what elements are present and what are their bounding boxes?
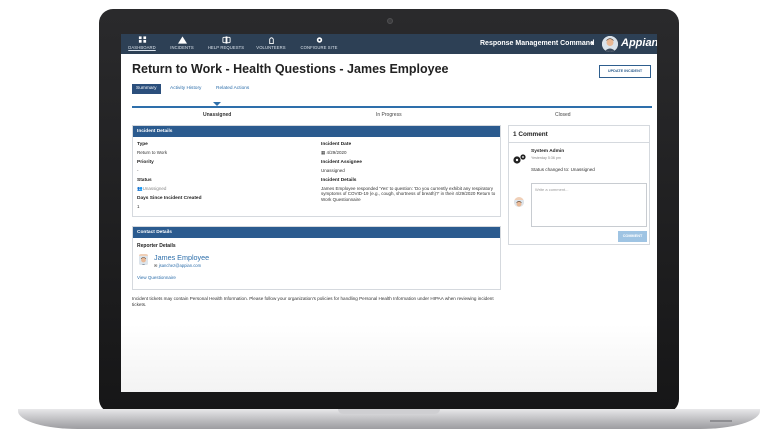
status-progress-line	[132, 106, 652, 108]
assignee-value: Unassigned	[321, 168, 345, 173]
contact-details-panel: Contact Details Reporter Details James E…	[132, 226, 501, 290]
reporter-label: Reporter Details	[137, 243, 176, 249]
comment-button[interactable]: COMMENT	[618, 231, 647, 242]
panel-heading: Incident Details	[133, 126, 500, 137]
volunteer-icon	[268, 37, 274, 44]
tab-activity-history[interactable]: Activity History	[170, 84, 201, 94]
comments-panel: 1 Comment System Admin Yesterday 5:36 pm…	[508, 125, 650, 245]
date-value: ▦ 4/29/2020	[321, 150, 347, 155]
gear-icon	[316, 37, 322, 43]
nav-volunteers[interactable]: VOLUNTEERS	[254, 36, 288, 54]
user-photo-icon	[139, 256, 148, 265]
avatar	[139, 254, 148, 265]
app-switcher[interactable]: Response Management Command	[480, 40, 594, 47]
phi-disclaimer: Incident tickets may contain Personal He…	[132, 296, 494, 307]
screen-fade	[121, 324, 657, 392]
avatar	[514, 197, 524, 207]
comment-text: Status changed to: Unassigned	[531, 167, 595, 172]
user-photo-icon	[602, 36, 618, 52]
reporter-email-text: jsanchez@appian.com	[158, 263, 202, 268]
date-label: Incident Date	[321, 142, 352, 147]
nav-incidents[interactable]: INCIDENTS	[167, 36, 197, 54]
tab-related-actions[interactable]: Related Actions	[216, 84, 249, 94]
camera	[387, 18, 393, 24]
days-value: 1	[137, 204, 140, 209]
update-incident-button[interactable]: UPDATE INCIDENT	[599, 65, 651, 78]
status-step-in-progress: In Progress	[376, 112, 402, 118]
days-label: Days Since Incident Created	[137, 196, 202, 201]
reporter-email[interactable]: ✉ jsanchez@appian.com	[154, 263, 201, 268]
nav-label: INCIDENTS	[170, 45, 194, 50]
user-photo-icon	[514, 200, 524, 207]
type-value: Return to Work	[137, 150, 168, 155]
gears-icon	[513, 154, 526, 164]
nav-label: DASHBOARD	[128, 45, 156, 50]
comment-placeholder: Write a comment...	[535, 187, 569, 192]
view-questionnaire-link[interactable]: View Questionnaire	[137, 275, 176, 280]
laptop-frame: DASHBOARD INCIDENTS HELP REQUESTS VOLUNT…	[0, 0, 778, 445]
tab-summary[interactable]: Summary	[132, 84, 161, 94]
app-screen: DASHBOARD INCIDENTS HELP REQUESTS VOLUNT…	[121, 34, 657, 392]
type-label: Type	[137, 142, 148, 147]
nav-configure-site[interactable]: CONFIGURE SITE	[298, 36, 340, 54]
nav-dashboard[interactable]: DASHBOARD	[126, 36, 158, 54]
laptop-base-notch	[338, 409, 440, 414]
details-label: Incident Details	[321, 178, 357, 183]
status-value-text: Unassigned	[142, 186, 167, 191]
status-value: 👥Unassigned	[137, 186, 166, 191]
priority-label: Priority	[137, 160, 154, 165]
divider	[509, 142, 649, 143]
nav-label: CONFIGURE SITE	[300, 45, 338, 50]
reporter-name-link[interactable]: James Employee	[154, 253, 209, 262]
priority-value: -	[137, 168, 139, 173]
page-title: Return to Work - Health Questions - Jame…	[132, 62, 449, 76]
comment-input[interactable]: Write a comment...	[531, 183, 647, 227]
nav-label: HELP REQUESTS	[207, 45, 245, 50]
top-nav: DASHBOARD INCIDENTS HELP REQUESTS VOLUNT…	[121, 34, 657, 54]
status-step-closed: Closed	[555, 112, 571, 118]
status-step-unassigned: Unassigned	[203, 112, 232, 118]
warning-icon	[177, 36, 187, 44]
chevron-down-icon[interactable]: ▾	[591, 40, 594, 47]
avatar[interactable]	[602, 36, 618, 52]
details-value: James Employee responded 'Yes' to questi…	[321, 186, 496, 202]
appian-logo: Appian	[621, 37, 657, 49]
incident-details-panel: Incident Details Type Return to Work Pri…	[132, 125, 501, 217]
comment-author: System Admin	[531, 149, 565, 154]
nav-label: VOLUNTEERS	[256, 45, 286, 50]
panel-heading: Contact Details	[133, 227, 500, 238]
comment-time: Yesterday 5:36 pm	[531, 156, 561, 160]
status-label: Status	[137, 178, 152, 183]
help-request-icon	[221, 36, 231, 44]
laptop-base-vent	[710, 420, 732, 422]
date-value-text: 4/29/2020	[326, 150, 347, 155]
dashboard-icon	[138, 36, 146, 43]
assignee-label: Incident Assignee	[321, 160, 362, 165]
comment-count: 1 Comment	[513, 131, 548, 138]
nav-help-requests[interactable]: HELP REQUESTS	[206, 36, 246, 54]
